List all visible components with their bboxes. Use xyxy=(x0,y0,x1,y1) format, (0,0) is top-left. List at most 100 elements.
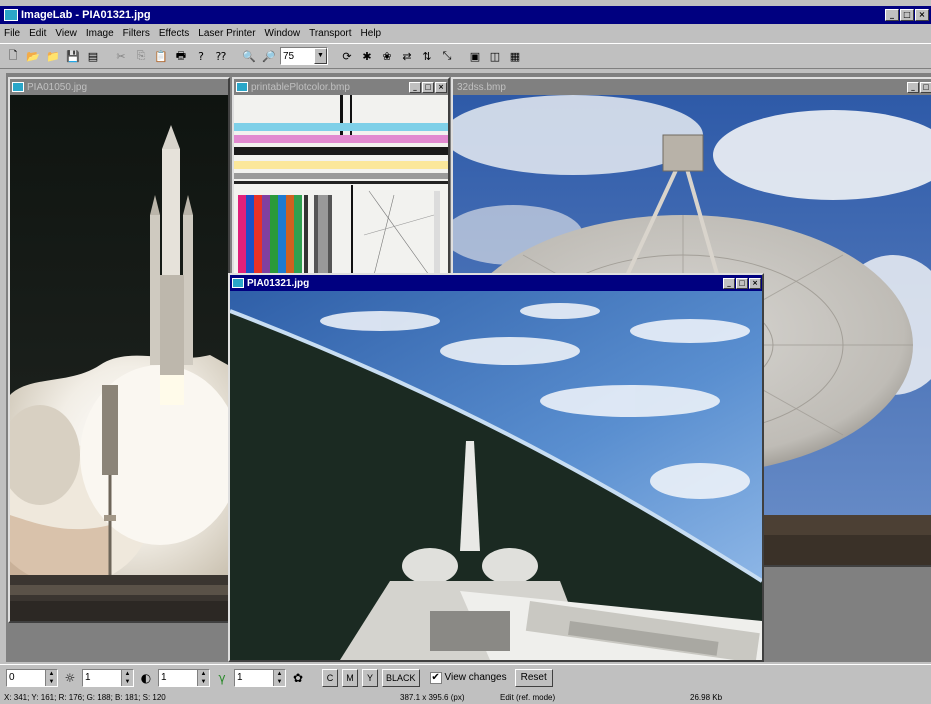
main-title-bar[interactable]: ImageLab - PIA01321.jpg _ □ × xyxy=(0,6,931,24)
document-icon xyxy=(232,278,244,288)
zoom-value: 75 xyxy=(283,50,295,62)
saturation-icon: ✿ xyxy=(292,670,304,685)
document-title-bar[interactable]: printablePlotcolor.bmp _ □ × xyxy=(234,79,448,95)
maximize-button[interactable]: □ xyxy=(422,81,434,93)
minimize-button[interactable]: _ xyxy=(723,277,735,289)
spinner-arrows-icon[interactable]: ▲ ▼ xyxy=(121,669,133,686)
document-title-bar[interactable]: PIA01321.jpg _ □ × xyxy=(230,275,762,291)
chevron-down-icon[interactable]: ▼ xyxy=(314,48,327,64)
menu-image[interactable]: Image xyxy=(86,28,114,39)
maximize-button[interactable]: □ xyxy=(736,277,748,289)
document-icon xyxy=(12,82,24,92)
document-image-rocket-launch[interactable] xyxy=(10,95,228,621)
view-changes-label: View changes xyxy=(444,672,507,683)
maximize-button[interactable]: □ xyxy=(900,9,914,21)
channel-m-button[interactable]: M xyxy=(342,668,358,687)
scanner-icon[interactable]: ▤ xyxy=(84,47,102,65)
maximize-button[interactable]: □ xyxy=(920,81,931,93)
zoom-in-icon[interactable]: 🔍 xyxy=(240,47,258,65)
tile-windows-icon[interactable]: ◫ xyxy=(486,47,504,65)
status-memory: 26.98 Kb xyxy=(690,693,723,702)
zoom-select[interactable]: 75 ▼ xyxy=(280,47,328,65)
paste-icon[interactable]: 📋 xyxy=(152,47,170,65)
saturation-value: 1 xyxy=(237,671,243,683)
menu-help[interactable]: Help xyxy=(361,28,382,39)
effects-icon[interactable]: ✱ xyxy=(358,47,376,65)
app-icon[interactable] xyxy=(4,9,18,21)
cascade-windows-icon[interactable]: ▣ xyxy=(466,47,484,65)
space-shuttle-image xyxy=(230,291,762,660)
document-title-bar[interactable]: 32dss.bmp _ □ xyxy=(453,79,931,95)
menu-laser-printer[interactable]: Laser Printer xyxy=(198,28,255,39)
close-button[interactable]: × xyxy=(915,9,929,21)
menu-view[interactable]: View xyxy=(55,28,77,39)
cut-icon[interactable]: ✂ xyxy=(112,47,130,65)
spinner-arrows-icon[interactable]: ▲ ▼ xyxy=(45,669,57,686)
status-pixel-info: X: 341; Y: 161; R: 176; G: 188; B: 181; … xyxy=(4,693,166,702)
document-image-space-shuttle[interactable] xyxy=(230,291,762,660)
document-title: printablePlotcolor.bmp xyxy=(251,81,350,93)
save-icon[interactable]: 💾 xyxy=(64,47,82,65)
minimize-button[interactable]: _ xyxy=(885,9,899,21)
minimize-button[interactable]: _ xyxy=(409,81,421,93)
spinner-arrows-icon[interactable]: ▲ ▼ xyxy=(197,669,209,686)
rotate-icon[interactable]: ⟳ xyxy=(338,47,356,65)
color-icon[interactable]: ❀ xyxy=(378,47,396,65)
open-recent-icon[interactable]: 📁 xyxy=(44,47,62,65)
main-toolbar: 🗋 📂 📁 💾 ▤ ✂ ⎘ 📋 🖶 ? ⁇ 🔍 🔎 75 ▼ ⟳ ✱ ❀ ⇄ ⇅… xyxy=(0,43,931,69)
document-window-shuttle[interactable]: PIA01321.jpg _ □ × xyxy=(228,273,764,662)
menu-transport[interactable]: Transport xyxy=(309,28,351,39)
new-file-icon[interactable]: 🗋 xyxy=(4,47,22,65)
document-window-testchart[interactable]: printablePlotcolor.bmp _ □ × xyxy=(232,77,450,277)
gamma-icon: γ xyxy=(218,670,226,685)
print-icon[interactable]: 🖶 xyxy=(172,47,190,65)
flip-icon[interactable]: ⇅ xyxy=(418,47,436,65)
channel-y-button[interactable]: Y xyxy=(362,668,378,687)
document-title: PIA01050.jpg xyxy=(27,81,88,93)
close-button[interactable]: × xyxy=(435,81,447,93)
arrange-icons-icon[interactable]: ▦ xyxy=(506,47,524,65)
close-button[interactable]: × xyxy=(749,277,761,289)
menu-window[interactable]: Window xyxy=(265,28,301,39)
brightness-spinner[interactable]: 0 ▲ ▼ xyxy=(6,668,58,687)
help-icon[interactable]: ? xyxy=(192,47,210,65)
contrast-value: 1 xyxy=(85,671,91,683)
saturation-spinner[interactable]: 1 ▲ ▼ xyxy=(234,668,286,687)
context-help-icon[interactable]: ⁇ xyxy=(212,47,230,65)
imagelab-app-window: ImageLab - PIA01321.jpg _ □ × File Edit … xyxy=(0,0,931,704)
menu-file[interactable]: File xyxy=(4,28,20,39)
minimize-button[interactable]: _ xyxy=(907,81,919,93)
document-title: 32dss.bmp xyxy=(457,81,506,93)
menu-filters[interactable]: Filters xyxy=(123,28,150,39)
document-image-test-chart[interactable] xyxy=(234,95,448,275)
status-bar: X: 341; Y: 161; R: 176; G: 188; B: 181; … xyxy=(0,692,931,704)
status-image-size: 387.1 x 395.6 (px) xyxy=(400,693,465,702)
reset-button[interactable]: Reset xyxy=(514,668,553,687)
gamma-value: 1 xyxy=(161,671,167,683)
menu-effects[interactable]: Effects xyxy=(159,28,189,39)
brightness-icon: ☼ xyxy=(64,670,76,685)
image-adjust-bar: 0 ▲ ▼ ☼ 1 ▲ ▼ ◐ 1 ▲ ▼ γ 1 ▲ ▼ ✿ C M Y BLACK … xyxy=(0,664,931,690)
spinner-arrows-icon[interactable]: ▲ ▼ xyxy=(273,669,285,686)
document-icon xyxy=(236,82,248,92)
document-title: PIA01321.jpg xyxy=(247,277,310,289)
copy-icon[interactable]: ⎘ xyxy=(132,47,150,65)
channel-black-button[interactable]: BLACK xyxy=(382,668,420,687)
transform-icon[interactable]: ⇄ xyxy=(398,47,416,65)
resize-icon[interactable]: ⤡ xyxy=(438,47,456,65)
gamma-spinner[interactable]: 1 ▲ ▼ xyxy=(158,668,210,687)
zoom-out-icon[interactable]: 🔎 xyxy=(260,47,278,65)
checkbox-mark[interactable]: ✔ xyxy=(429,671,442,684)
document-window-launch[interactable]: PIA01050.jpg xyxy=(8,77,230,623)
contrast-spinner[interactable]: 1 ▲ ▼ xyxy=(82,668,134,687)
contrast-icon: ◐ xyxy=(140,670,152,685)
channel-c-button[interactable]: C xyxy=(322,668,338,687)
status-mode: Edit (ref. mode) xyxy=(500,693,556,702)
document-title-bar[interactable]: PIA01050.jpg xyxy=(10,79,228,95)
menu-bar: File Edit View Image Filters Effects Las… xyxy=(0,25,931,41)
view-changes-checkbox[interactable]: ✔ View changes xyxy=(429,671,507,684)
menu-edit[interactable]: Edit xyxy=(29,28,46,39)
open-folder-icon[interactable]: 📂 xyxy=(24,47,42,65)
print-test-chart-image xyxy=(234,95,448,275)
rocket-launch-image xyxy=(10,95,228,621)
